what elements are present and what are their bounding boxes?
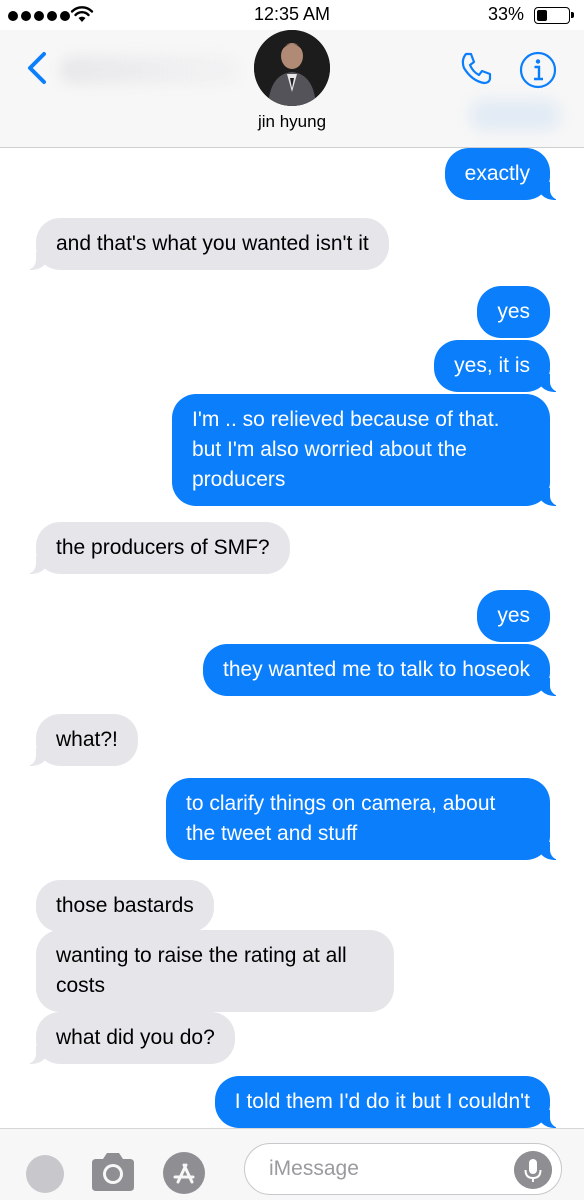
message-bubble-received[interactable]: wanting to raise the rating at all costs	[36, 930, 394, 1012]
message-bubble-sent[interactable]: they wanted me to talk to hoseok	[202, 644, 565, 696]
compose-bar	[0, 1128, 584, 1200]
message-bubble-sent[interactable]: yes	[477, 286, 550, 338]
digital-touch-button[interactable]	[26, 1155, 64, 1193]
message-bubble-received[interactable]: what?!	[22, 714, 138, 766]
app-store-icon[interactable]	[162, 1151, 206, 1195]
message-bubble-sent[interactable]: to clarify things on camera, about the t…	[166, 778, 564, 860]
battery-fill	[537, 10, 547, 21]
battery-percent: 33%	[488, 4, 525, 24]
redacted-area	[470, 100, 560, 130]
contact-avatar[interactable]	[254, 30, 330, 106]
message-bubble-sent[interactable]: exactly	[444, 148, 565, 200]
message-bubble-received[interactable]: what did you do?	[22, 1012, 235, 1064]
battery-icon	[534, 7, 574, 24]
message-bubble-received[interactable]: the producers of SMF?	[22, 522, 290, 574]
conversation-header: jin hyung	[0, 30, 584, 148]
redacted-area	[60, 56, 240, 84]
message-bubble-received[interactable]: and that's what you wanted isn't it	[22, 218, 389, 270]
message-bubble-sent[interactable]: yes	[477, 590, 550, 642]
message-thread[interactable]: exactly and that's what you wanted isn't…	[0, 148, 584, 1128]
message-bubble-received[interactable]: those bastards	[36, 880, 214, 932]
status-bar: 12:35 AM 33%	[0, 0, 584, 30]
microphone-icon[interactable]	[514, 1151, 552, 1189]
message-bubble-sent[interactable]: yes, it is	[434, 340, 564, 392]
phone-icon[interactable]	[456, 48, 496, 88]
back-chevron-icon[interactable]	[22, 48, 52, 88]
message-bubble-sent[interactable]: I told them I'd do it but I couldn't	[214, 1076, 565, 1128]
camera-icon[interactable]	[88, 1151, 138, 1193]
info-icon[interactable]	[518, 50, 558, 90]
message-bubble-sent[interactable]: I'm .. so relieved because of that. but …	[172, 394, 564, 506]
